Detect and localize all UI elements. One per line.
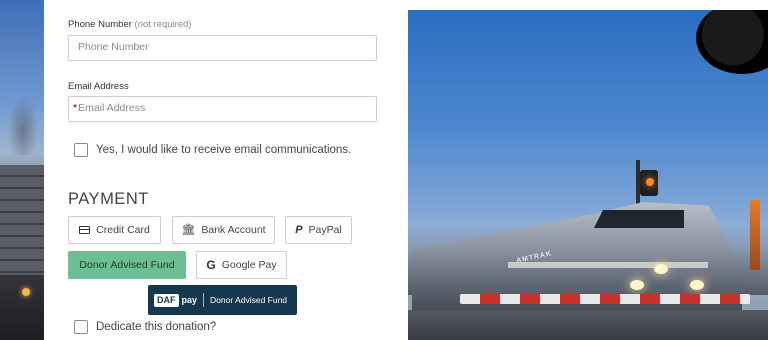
bank-icon: 🏛 <box>181 223 196 236</box>
email-optin-checkbox[interactable] <box>74 143 88 157</box>
headlight <box>630 280 644 290</box>
phone-label: Phone Number (not required) <box>68 19 192 30</box>
email-input[interactable]: *Email Address <box>68 96 377 122</box>
phone-optional-note: (not required) <box>134 19 192 30</box>
donor-advised-fund-label: Donor Advised Fund <box>79 259 175 271</box>
building <box>0 165 44 275</box>
bank-account-label: Bank Account <box>201 224 266 236</box>
daf-divider <box>203 293 205 307</box>
payment-title: PAYMENT <box>68 190 149 208</box>
credit-card-label: Credit Card <box>96 224 150 236</box>
signal-light <box>646 178 654 186</box>
locomotive-stripe <box>508 262 708 268</box>
donation-form: Phone Number (not required) Phone Number… <box>44 0 408 340</box>
credit-card-icon <box>79 226 91 234</box>
google-pay-label: Google Pay <box>221 259 277 271</box>
tree-silhouette <box>8 95 38 155</box>
headlight <box>654 264 668 274</box>
credit-card-button[interactable]: Credit Card <box>68 216 161 244</box>
camera-corner <box>696 10 768 74</box>
daf-logo-badge: DAF <box>154 293 179 307</box>
paypal-icon: P <box>295 224 303 236</box>
train-photo: AMTRAK <box>408 10 768 340</box>
street-lamp <box>22 288 30 296</box>
phone-placeholder: Phone Number <box>78 41 149 53</box>
donor-advised-fund-button[interactable]: Donor Advised Fund <box>68 251 186 279</box>
dedicate-label: Dedicate this donation? <box>96 321 217 333</box>
dedicate-checkbox[interactable] <box>74 320 88 334</box>
email-label: Email Address <box>68 81 129 92</box>
required-star: * <box>73 102 78 114</box>
google-pay-button[interactable]: G Google Pay <box>196 251 287 279</box>
ground <box>408 310 768 340</box>
headlight <box>690 280 704 290</box>
phone-input[interactable]: Phone Number <box>68 35 377 61</box>
locomotive-window <box>594 210 684 228</box>
paypal-label: PayPal <box>308 224 342 236</box>
google-icon: G <box>206 258 216 272</box>
background-photo-left <box>0 0 44 340</box>
phone-label-text: Phone Number <box>68 19 132 30</box>
bank-account-button[interactable]: 🏛 Bank Account <box>172 216 275 244</box>
daf-button-label: Donor Advised Fund <box>210 295 288 305</box>
paypal-button[interactable]: P PayPal <box>285 216 352 244</box>
daf-pay-button[interactable]: DAF pay Donor Advised Fund <box>148 285 297 315</box>
street-lamp-right <box>750 200 760 270</box>
email-placeholder: Email Address <box>78 102 146 114</box>
daf-logo-pay: pay <box>181 295 198 305</box>
email-optin-label: Yes, I would like to receive email commu… <box>96 144 352 156</box>
crossing-gate <box>460 294 750 304</box>
